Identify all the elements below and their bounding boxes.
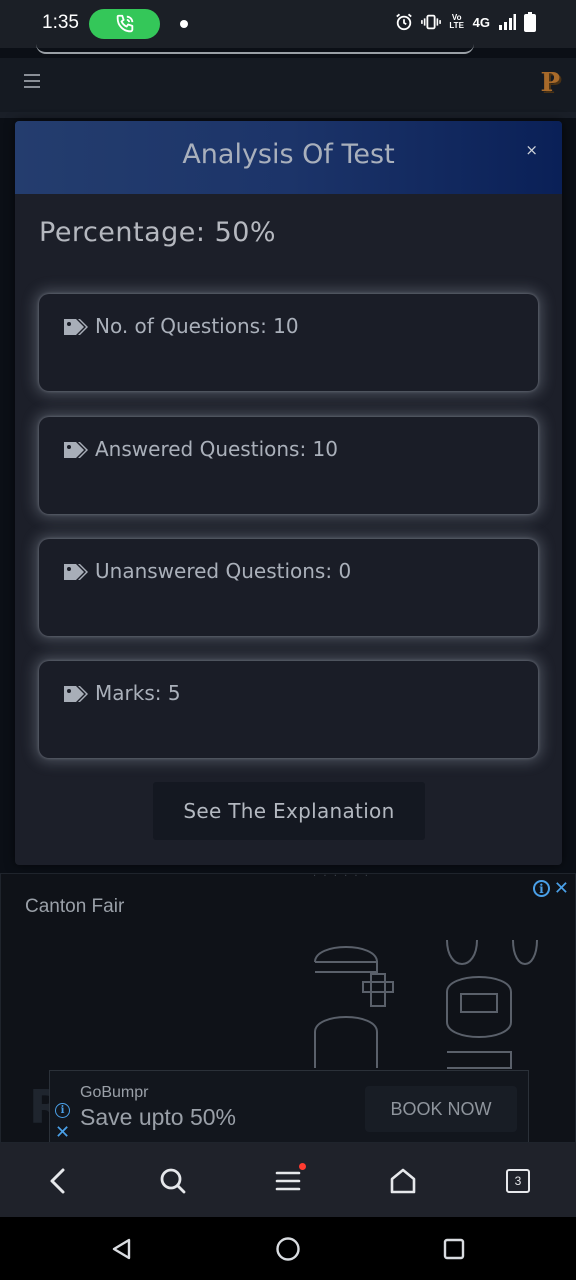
- banner-info-icon[interactable]: i: [55, 1103, 70, 1118]
- browser-toolbar: 3: [0, 1143, 576, 1217]
- tabs-icon: 3: [506, 1169, 530, 1193]
- network-type: 4G: [472, 14, 490, 30]
- stat-card-answered: Answered Questions: 10: [39, 417, 538, 514]
- ad-drag-dots: · · · · · ·: [313, 873, 370, 882]
- percentage-text: Percentage: 50%: [39, 217, 277, 248]
- search-icon: [160, 1168, 186, 1194]
- site-logo[interactable]: P: [540, 68, 560, 98]
- search-button[interactable]: [155, 1163, 191, 1199]
- modal-header: Analysis Of Test ×: [15, 121, 562, 194]
- status-time: 1:35: [42, 12, 79, 33]
- volte-indicator: Vo LTE: [449, 13, 464, 30]
- banner-offer: Save upto 50%: [80, 1104, 237, 1130]
- analysis-modal: Analysis Of Test × Percentage: 50% No. o…: [15, 121, 562, 865]
- menu-icon: [275, 1171, 301, 1191]
- banner-close-icon[interactable]: ✕: [55, 1122, 70, 1142]
- home-circle-icon: [276, 1237, 300, 1261]
- system-home-button[interactable]: [274, 1235, 302, 1263]
- vibrate-icon: [420, 14, 441, 30]
- stat-label: Unanswered Questions: 0: [95, 559, 352, 583]
- stat-label: No. of Questions: 10: [95, 314, 299, 338]
- stat-card-marks: Marks: 5: [39, 661, 538, 758]
- system-navigation-bar: [0, 1217, 576, 1280]
- see-explanation-button[interactable]: See The Explanation: [153, 782, 425, 840]
- close-icon[interactable]: ×: [525, 141, 538, 159]
- back-button[interactable]: [40, 1163, 76, 1199]
- alarm-icon: [395, 13, 412, 31]
- stat-label: Marks: 5: [95, 681, 181, 705]
- ongoing-call-pill[interactable]: [89, 9, 160, 39]
- menu-button[interactable]: [270, 1163, 306, 1199]
- system-back-button[interactable]: [108, 1235, 136, 1263]
- phone-wifi-icon: [116, 14, 133, 33]
- hamburger-menu-icon[interactable]: [24, 74, 40, 88]
- header-divider: [0, 112, 576, 118]
- tabs-button[interactable]: 3: [500, 1163, 536, 1199]
- tag-icon: [64, 442, 88, 458]
- notification-dot: [180, 20, 188, 28]
- signal-icon: [499, 14, 516, 30]
- stat-card-unanswered: Unanswered Questions: 0: [39, 539, 538, 636]
- ad-title[interactable]: Canton Fair: [25, 896, 124, 918]
- back-icon: [50, 1168, 65, 1194]
- recents-square-icon: [443, 1238, 465, 1260]
- status-bar: 1:35 Vo LTE 4G: [0, 0, 576, 48]
- stat-card-questions: No. of Questions: 10: [39, 294, 538, 391]
- modal-title: Analysis Of Test: [182, 139, 395, 170]
- stat-label: Answered Questions: 10: [95, 437, 338, 461]
- book-now-button[interactable]: BOOK NOW: [365, 1086, 517, 1132]
- address-bar-edge: [36, 44, 474, 54]
- system-recents-button[interactable]: [440, 1235, 468, 1263]
- close-ad-icon[interactable]: ✕: [554, 878, 569, 899]
- home-icon: [390, 1168, 416, 1194]
- tag-icon: [64, 686, 88, 702]
- home-button[interactable]: [385, 1163, 421, 1199]
- info-icon[interactable]: i: [532, 880, 550, 897]
- site-header: P: [0, 58, 576, 112]
- tag-icon: [64, 564, 88, 580]
- back-triangle-icon: [112, 1238, 131, 1260]
- tag-icon: [64, 319, 88, 335]
- battery-icon: [524, 12, 536, 32]
- ad-choices[interactable]: i ✕: [532, 878, 569, 899]
- ad-container[interactable]: · · · · · · Canton Fair i ✕ R i ✕ GoBump…: [0, 873, 576, 1143]
- banner-brand: GoBumpr: [80, 1084, 149, 1101]
- ad-artwork: [314, 939, 538, 1069]
- update-badge: [299, 1163, 306, 1170]
- status-icons: Vo LTE 4G: [395, 12, 536, 32]
